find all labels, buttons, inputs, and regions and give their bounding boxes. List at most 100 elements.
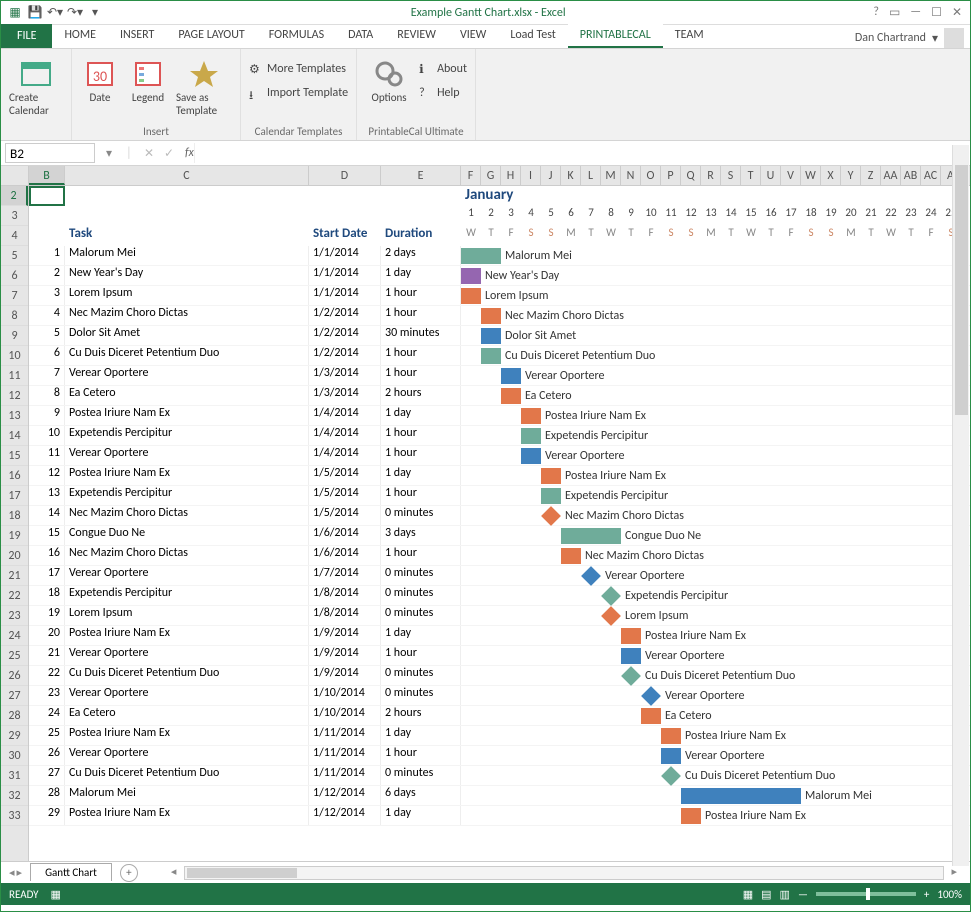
cell-task[interactable]: Malorum Mei xyxy=(65,246,309,265)
sheet-tab-gantt[interactable]: Gantt Chart xyxy=(30,863,112,881)
cell-task[interactable]: Verear Oportere xyxy=(65,646,309,665)
cell-date[interactable]: 1/2/2014 xyxy=(309,326,381,345)
row-header-13[interactable]: 13 xyxy=(1,406,28,426)
table-row[interactable]: 7Verear Oportere1/3/20141 hourVerear Opo… xyxy=(29,366,970,386)
macro-record-icon[interactable]: ▦ xyxy=(51,888,61,901)
vertical-scrollbar[interactable] xyxy=(952,145,969,866)
table-row[interactable]: 15Congue Duo Ne1/6/20143 daysCongue Duo … xyxy=(29,526,970,546)
column-headers[interactable]: B C D E FGHIJKLMNOPQRSTUVWXYZAAABACA xyxy=(1,166,970,186)
cell-task[interactable]: Postea Iriure Nam Ex xyxy=(65,626,309,645)
cell-num[interactable]: 1 xyxy=(29,246,65,265)
namebox-dropdown-icon[interactable]: ▾ xyxy=(99,146,119,161)
user-menu-icon[interactable]: ▾ xyxy=(932,31,938,46)
cell-duration[interactable]: 1 day xyxy=(381,626,461,645)
cell-duration[interactable]: 1 day xyxy=(381,266,461,285)
row-header-27[interactable]: 27 xyxy=(1,686,28,706)
col-header-X[interactable]: X xyxy=(821,166,841,185)
cell-task[interactable]: Cu Duis Diceret Petentium Duo xyxy=(65,346,309,365)
cell-num[interactable]: 21 xyxy=(29,646,65,665)
cancel-formula-icon[interactable]: ✕ xyxy=(139,146,159,161)
row-header-5[interactable]: 5 xyxy=(1,246,28,266)
cell-date[interactable]: 1/11/2014 xyxy=(309,746,381,765)
zoom-level[interactable]: 100% xyxy=(937,888,962,901)
add-sheet-button[interactable]: + xyxy=(120,864,138,882)
cell-task[interactable]: Verear Oportere xyxy=(65,566,309,585)
cell-duration[interactable]: 2 hours xyxy=(381,706,461,725)
cell-duration[interactable]: 1 day xyxy=(381,406,461,425)
cell-duration[interactable]: 0 minutes xyxy=(381,766,461,785)
col-header-I[interactable]: I xyxy=(521,166,541,185)
cell-task[interactable]: Lorem Ipsum xyxy=(65,286,309,305)
table-row[interactable]: 12Postea Iriure Nam Ex1/5/20141 dayPoste… xyxy=(29,466,970,486)
cell-num[interactable]: 11 xyxy=(29,446,65,465)
table-row[interactable]: 4Nec Mazim Choro Dictas1/2/20141 hourNec… xyxy=(29,306,970,326)
cell-date[interactable]: 1/5/2014 xyxy=(309,506,381,525)
row-header-3[interactable]: 3 xyxy=(1,206,28,226)
cell-duration[interactable]: 1 hour xyxy=(381,366,461,385)
row-header-2[interactable]: 2 xyxy=(1,186,28,206)
cell-date[interactable]: 1/11/2014 xyxy=(309,726,381,745)
cell-task[interactable]: Nec Mazim Choro Dictas xyxy=(65,306,309,325)
cell-task[interactable]: Ea Cetero xyxy=(65,706,309,725)
cell-duration[interactable]: 1 hour xyxy=(381,486,461,505)
row-header-22[interactable]: 22 xyxy=(1,586,28,606)
row-header-33[interactable]: 33 xyxy=(1,806,28,826)
zoom-out-icon[interactable]: — xyxy=(798,888,808,901)
cell-task[interactable]: Expetendis Percipitur xyxy=(65,586,309,605)
table-row[interactable]: 8Ea Cetero1/3/20142 hoursEa Cetero xyxy=(29,386,970,406)
cell-num[interactable]: 14 xyxy=(29,506,65,525)
cell-duration[interactable]: 0 minutes xyxy=(381,566,461,585)
row-header-21[interactable]: 21 xyxy=(1,566,28,586)
cell-num[interactable]: 27 xyxy=(29,766,65,785)
table-row[interactable]: 1Malorum Mei1/1/20142 daysMalorum Mei xyxy=(29,246,970,266)
cell-task[interactable]: Cu Duis Diceret Petentium Duo xyxy=(65,666,309,685)
row-header-15[interactable]: 15 xyxy=(1,446,28,466)
cell-task[interactable]: Postea Iriure Nam Ex xyxy=(65,806,309,825)
page-layout-view-icon[interactable]: ▤ xyxy=(761,888,771,901)
col-header-Z[interactable]: Z xyxy=(861,166,881,185)
cell-date[interactable]: 1/12/2014 xyxy=(309,786,381,805)
cell-duration[interactable]: 1 hour xyxy=(381,306,461,325)
tab-review[interactable]: REVIEW xyxy=(385,24,448,48)
table-row[interactable]: 24Ea Cetero1/10/20142 hoursEa Cetero xyxy=(29,706,970,726)
fx-icon[interactable]: fx xyxy=(179,146,194,160)
cell-date[interactable]: 1/12/2014 xyxy=(309,806,381,825)
cell-num[interactable]: 24 xyxy=(29,706,65,725)
col-header-N[interactable]: N xyxy=(621,166,641,185)
tab-printablecal[interactable]: PRINTABLECAL xyxy=(568,24,663,48)
row-header-8[interactable]: 8 xyxy=(1,306,28,326)
cell-task[interactable]: Verear Oportere xyxy=(65,446,309,465)
row-header-14[interactable]: 14 xyxy=(1,426,28,446)
row-headers[interactable]: 2345678910111213141516171819202122232425… xyxy=(1,186,29,861)
tab-team[interactable]: TEAM xyxy=(663,24,716,48)
cell-duration[interactable]: 30 minutes xyxy=(381,326,461,345)
cell-num[interactable]: 15 xyxy=(29,526,65,545)
col-header-U[interactable]: U xyxy=(761,166,781,185)
cell-date[interactable]: 1/4/2014 xyxy=(309,406,381,425)
tab-load-test[interactable]: Load Test xyxy=(498,24,567,48)
cell-num[interactable]: 8 xyxy=(29,386,65,405)
more-templates-button[interactable]: ⚙ More Templates xyxy=(249,59,346,79)
data-rows[interactable]: 1Malorum Mei1/1/20142 daysMalorum Mei2Ne… xyxy=(29,246,970,861)
cell-num[interactable]: 6 xyxy=(29,346,65,365)
row-header-19[interactable]: 19 xyxy=(1,526,28,546)
table-row[interactable]: 26Verear Oportere1/11/20141 hourVerear O… xyxy=(29,746,970,766)
col-header-K[interactable]: K xyxy=(561,166,581,185)
table-row[interactable]: 17Verear Oportere1/7/20140 minutesVerear… xyxy=(29,566,970,586)
col-header-V[interactable]: V xyxy=(781,166,801,185)
maximize-icon[interactable]: ☐ xyxy=(931,5,942,20)
col-header-AC[interactable]: AC xyxy=(921,166,941,185)
cell-duration[interactable]: 6 days xyxy=(381,786,461,805)
cell-date[interactable]: 1/6/2014 xyxy=(309,526,381,545)
row-header-10[interactable]: 10 xyxy=(1,346,28,366)
col-header-O[interactable]: O xyxy=(641,166,661,185)
cell-duration[interactable]: 3 days xyxy=(381,526,461,545)
row-header-9[interactable]: 9 xyxy=(1,326,28,346)
normal-view-icon[interactable]: ▦ xyxy=(743,888,753,901)
tab-formulas[interactable]: FORMULAS xyxy=(257,24,336,48)
col-header-M[interactable]: M xyxy=(601,166,621,185)
cell-task[interactable]: Cu Duis Diceret Petentium Duo xyxy=(65,766,309,785)
col-header-AB[interactable]: AB xyxy=(901,166,921,185)
help-button[interactable]: ? Help xyxy=(419,83,467,103)
cell-num[interactable]: 17 xyxy=(29,566,65,585)
